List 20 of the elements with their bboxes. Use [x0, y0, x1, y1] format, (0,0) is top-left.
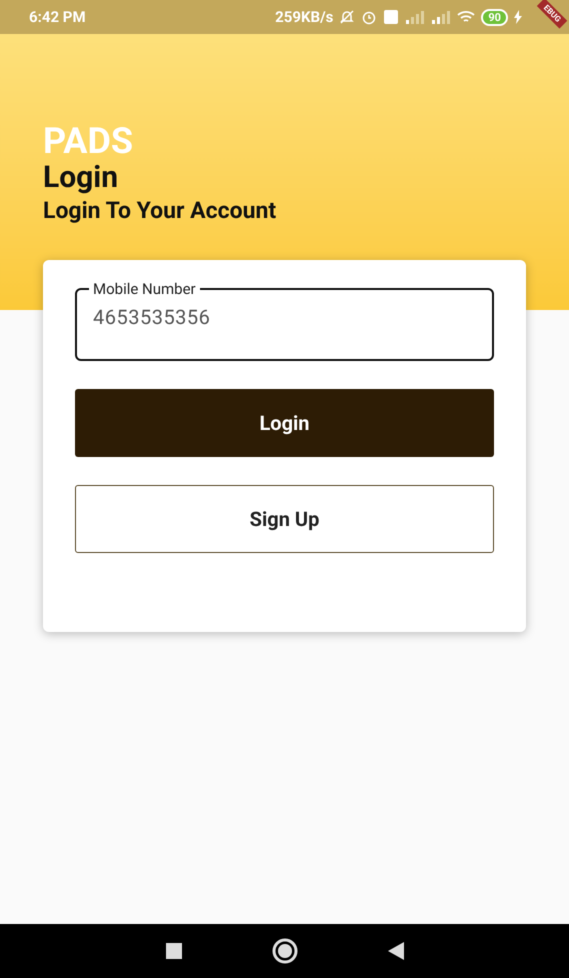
wifi-icon — [457, 10, 476, 24]
charging-icon — [514, 10, 522, 24]
signal-icon — [431, 10, 452, 24]
page-subtitle: Login To Your Account — [43, 196, 278, 226]
signal-icon — [405, 10, 426, 24]
status-time: 6:42 PM — [29, 6, 86, 28]
alarm-icon — [361, 9, 378, 25]
page-title: Login — [43, 160, 120, 196]
back-icon[interactable] — [388, 942, 404, 960]
app-name: PADS — [43, 122, 134, 160]
mobile-number-input[interactable]: 4653535356 — [89, 302, 480, 332]
field-label: Mobile Number — [92, 280, 197, 298]
login-button[interactable]: Login — [75, 389, 494, 457]
mobile-number-field[interactable]: Mobile Number 4653535356 — [75, 280, 494, 361]
bell-off-icon — [339, 9, 356, 25]
home-icon[interactable] — [272, 938, 298, 964]
signup-button[interactable]: Sign Up — [75, 485, 494, 553]
battery-indicator: 90 — [481, 8, 508, 26]
network-speed: 259KB/s — [275, 6, 334, 28]
recents-icon[interactable] — [166, 943, 182, 959]
